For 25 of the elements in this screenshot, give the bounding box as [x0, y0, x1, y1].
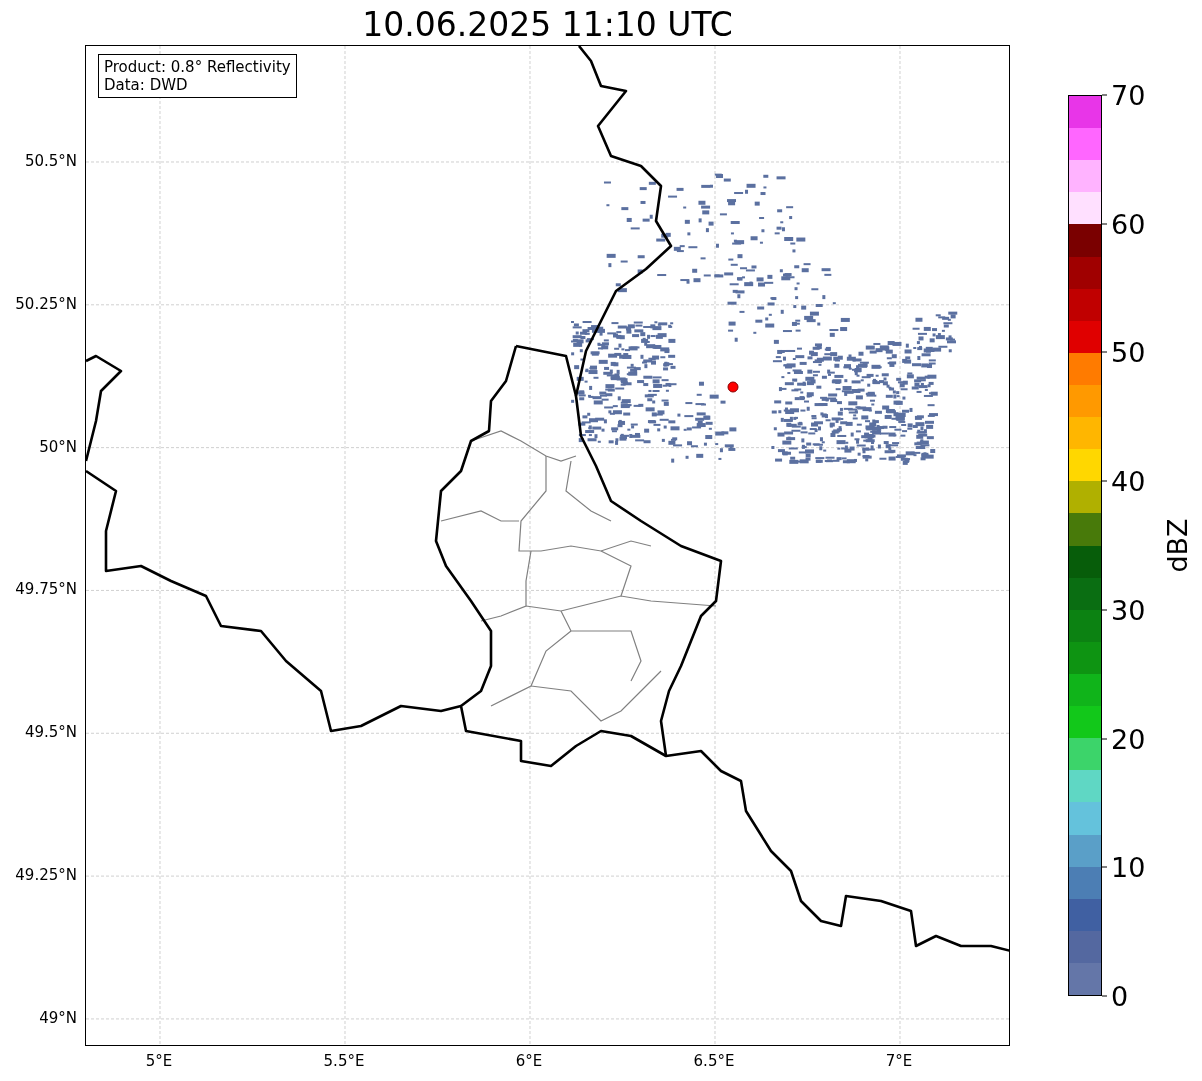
colorbar-tick-label: 70 [1102, 79, 1146, 111]
latitude-label: 50.25°N [15, 294, 77, 313]
latitude-label: 49.25°N [15, 866, 77, 885]
colorbar-title: dBZ [1161, 518, 1193, 573]
latitude-label: 49°N [39, 1008, 77, 1027]
longitude-label: 7°E [885, 1052, 913, 1070]
colorbar-tick-label: 60 [1102, 208, 1146, 240]
latitude-label: 50°N [39, 437, 77, 456]
latitude-label: 50.5°N [24, 151, 77, 170]
colorbar-tick-label: 20 [1102, 723, 1146, 755]
colorbar-tick-label: 50 [1102, 336, 1146, 368]
info-text: Product: 0.8° Reflectivity [104, 58, 291, 76]
colorbar-tick-label: 30 [1102, 594, 1146, 626]
info-text: Data: DWD [104, 76, 189, 94]
latitude-label: 49.5°N [24, 723, 77, 742]
colorbar-tick-label: 0 [1102, 980, 1129, 1012]
longitude-label: 5°E [145, 1052, 173, 1070]
chart-title: 10.06.2025 11:10 UTC [361, 4, 734, 45]
radar-site-marker [727, 381, 739, 393]
colorbar-tick-label: 10 [1102, 851, 1146, 883]
latitude-label: 49.75°N [15, 580, 77, 599]
longitude-label: 6.5°E [693, 1052, 735, 1070]
longitude-label: 6°E [515, 1052, 543, 1070]
longitude-label: 5.5°E [323, 1052, 365, 1070]
colorbar-tick-label: 40 [1102, 465, 1146, 497]
